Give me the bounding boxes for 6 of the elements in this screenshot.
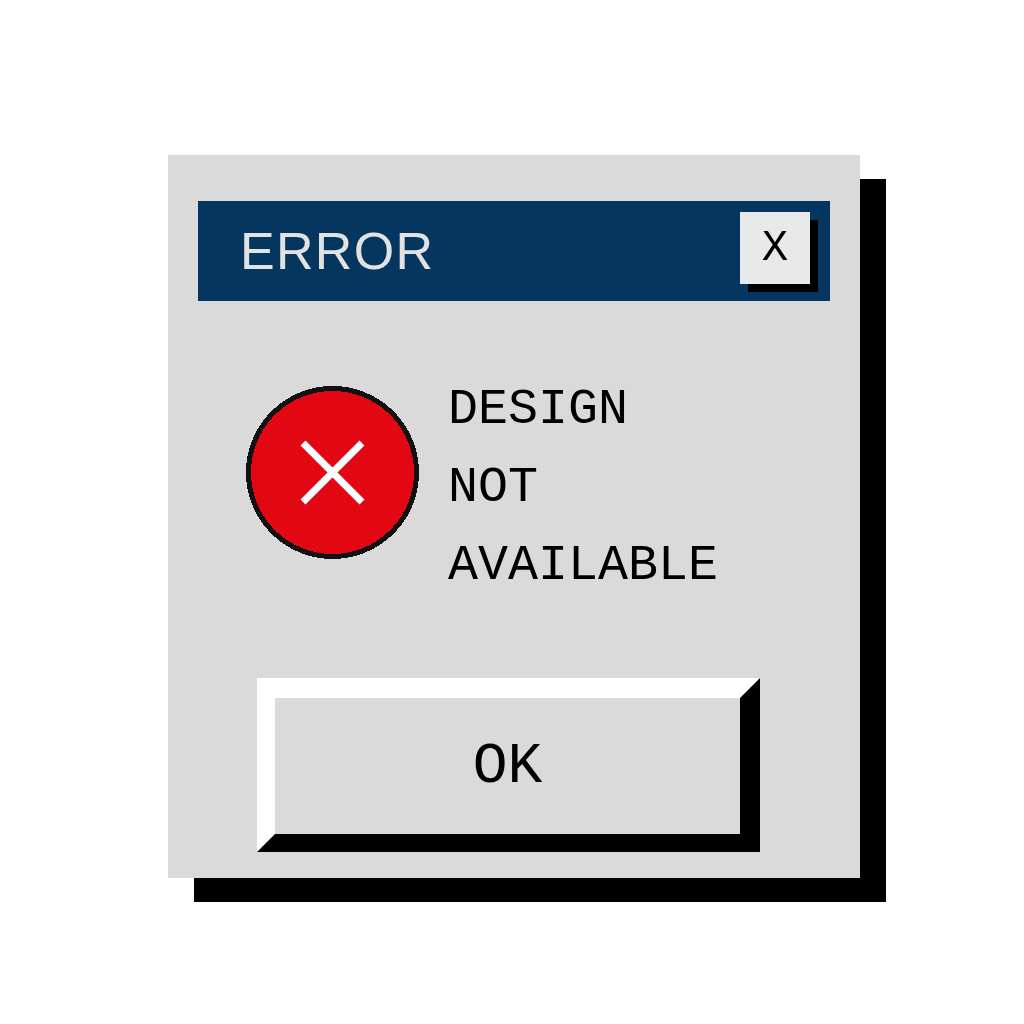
ok-button[interactable]: OK — [257, 678, 760, 852]
message-line: DESIGN — [448, 380, 630, 440]
error-icon — [245, 385, 420, 560]
window-title: ERROR — [240, 225, 435, 277]
message-line: AVAILABLE — [448, 536, 719, 596]
message-line: NOT — [448, 458, 539, 518]
